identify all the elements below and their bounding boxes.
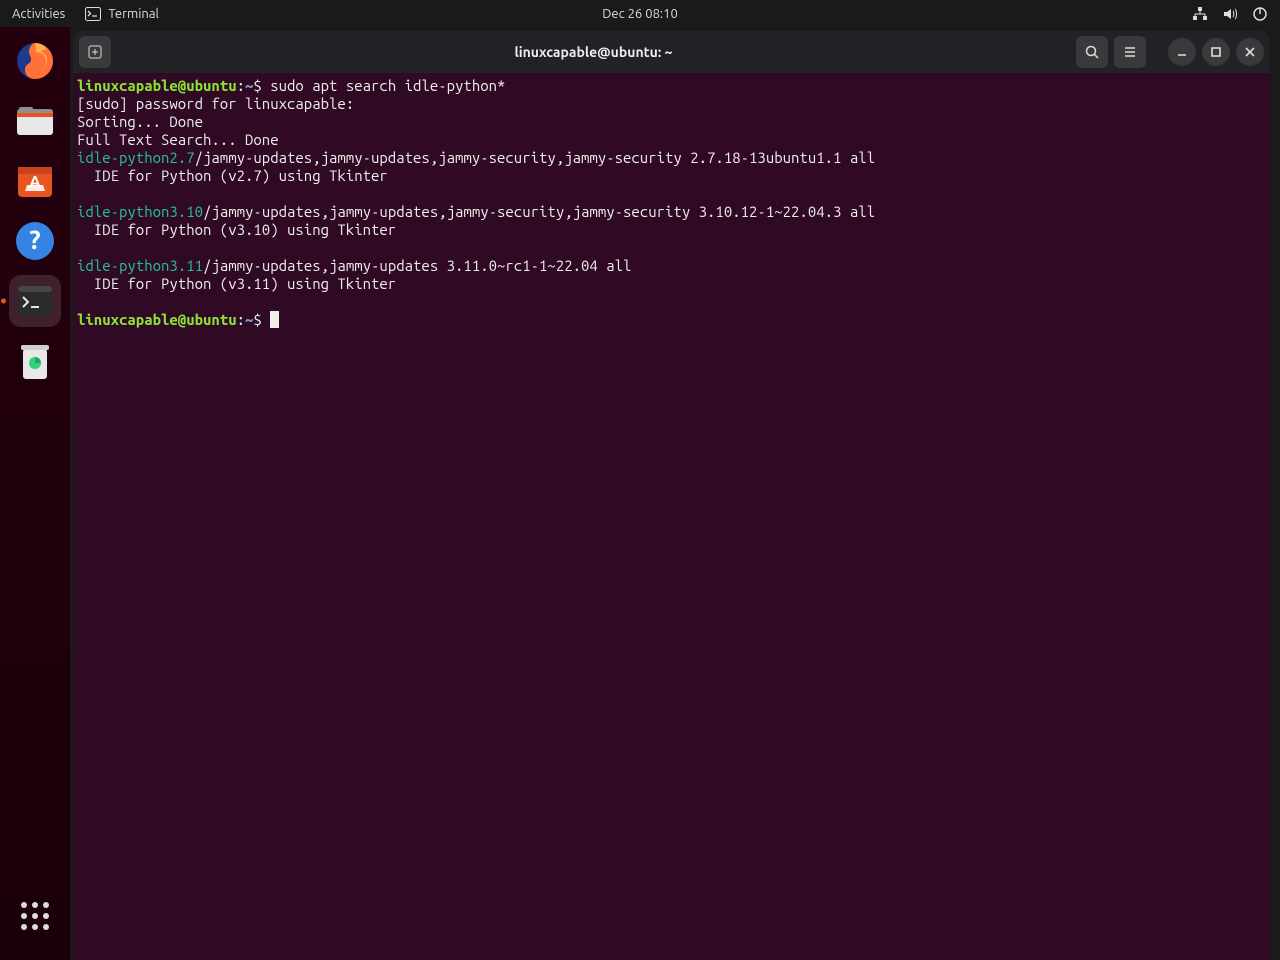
- minimize-button[interactable]: [1168, 38, 1196, 66]
- cursor: [270, 311, 279, 328]
- package-meta: /jammy-updates,jammy-updates,jammy-secur…: [195, 149, 875, 166]
- command-text: sudo apt search idle-python*: [270, 77, 505, 94]
- package-desc: IDE for Python (v3.10) using Tkinter: [77, 221, 396, 238]
- package-desc: IDE for Python (v3.11) using Tkinter: [77, 275, 396, 292]
- package-desc: IDE for Python (v2.7) using Tkinter: [77, 167, 388, 184]
- dock-terminal[interactable]: [9, 275, 61, 327]
- package-name: idle-python3.10: [77, 203, 203, 220]
- prompt-sep: :: [237, 77, 245, 94]
- prompt-user: linuxcapable@ubuntu: [77, 311, 237, 328]
- output-line: Full Text Search... Done: [77, 131, 279, 148]
- package-name: idle-python2.7: [77, 149, 195, 166]
- hamburger-icon: [1122, 44, 1138, 60]
- search-button[interactable]: [1076, 36, 1108, 68]
- prompt-dollar: $: [253, 311, 270, 328]
- app-menu[interactable]: Terminal: [85, 6, 159, 22]
- prompt-dollar: $: [253, 77, 270, 94]
- package-name: idle-python3.11: [77, 257, 203, 274]
- menu-button[interactable]: [1114, 36, 1146, 68]
- app-menu-label: Terminal: [108, 7, 159, 21]
- dock-firefox[interactable]: [9, 35, 61, 87]
- output-line: Sorting... Done: [77, 113, 203, 130]
- volume-icon[interactable]: [1222, 6, 1238, 22]
- dock-show-apps[interactable]: [9, 890, 61, 942]
- new-tab-button[interactable]: [79, 36, 111, 68]
- maximize-button[interactable]: [1202, 38, 1230, 66]
- search-icon: [1084, 44, 1100, 60]
- package-meta: /jammy-updates,jammy-updates,jammy-secur…: [203, 203, 875, 220]
- close-button[interactable]: [1236, 38, 1264, 66]
- terminal-app-icon: [85, 6, 101, 22]
- dock-trash[interactable]: [9, 335, 61, 387]
- power-icon[interactable]: [1252, 6, 1268, 22]
- titlebar[interactable]: linuxcapable@ubuntu: ~: [73, 31, 1270, 73]
- dock: A ?: [0, 27, 70, 960]
- dock-help[interactable]: ?: [9, 215, 61, 267]
- dock-software[interactable]: A: [9, 155, 61, 207]
- output-line: [sudo] password for linuxcapable:: [77, 95, 363, 112]
- top-panel: Activities Terminal Dec 26 08:10: [0, 0, 1280, 27]
- activities-button[interactable]: Activities: [12, 7, 65, 21]
- package-meta: /jammy-updates,jammy-updates 3.11.0~rc1-…: [203, 257, 631, 274]
- network-icon[interactable]: [1192, 6, 1208, 22]
- prompt-sep: :: [237, 311, 245, 328]
- window-title: linuxcapable@ubuntu: ~: [117, 44, 1070, 60]
- terminal-body[interactable]: linuxcapable@ubuntu:~$ sudo apt search i…: [73, 73, 1270, 960]
- dock-files[interactable]: [9, 95, 61, 147]
- clock[interactable]: Dec 26 08:10: [602, 7, 678, 21]
- terminal-window: linuxcapable@ubuntu: ~ linuxcapable@ubun…: [73, 31, 1270, 960]
- svg-text:A: A: [29, 173, 41, 191]
- svg-text:?: ?: [29, 225, 40, 254]
- prompt-user: linuxcapable@ubuntu: [77, 77, 237, 94]
